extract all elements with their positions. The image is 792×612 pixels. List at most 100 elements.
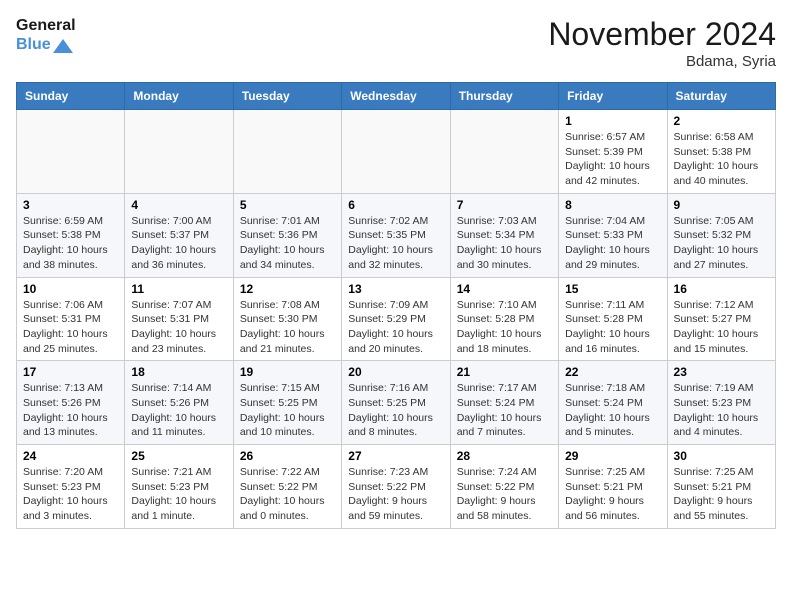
day-cell: 24Sunrise: 7:20 AM Sunset: 5:23 PM Dayli… [17, 445, 125, 529]
day-cell: 13 Sunrise: 7:09 AM Sunset: 5:29 PM Dayli… [342, 277, 450, 361]
day-cell: 9 Sunrise: 7:05 AM Sunset: 5:32 PM Daylig… [667, 193, 775, 277]
day-cell: 12 Sunrise: 7:08 AM Sunset: 5:30 PM Dayli… [233, 277, 341, 361]
day-cell: 22 Sunrise: 7:18 AM Sunset: 5:24 PM Dayli… [559, 361, 667, 445]
day-cell: 4 Sunrise: 7:00 AM Sunset: 5:37 PM Daylig… [125, 193, 233, 277]
header-cell-friday: Friday [559, 83, 667, 110]
day-cell: 26 Sunrise: 7:22 AM Sunset: 5:22 PM Dayli… [233, 445, 341, 529]
day-cell: 2 Sunrise: 6:58 AM Sunset: 5:38 PM Daylig… [667, 110, 775, 194]
week-row-0: 1 Sunrise: 6:57 AM Sunset: 5:39 PM Daylig… [17, 110, 776, 194]
week-row-1: 3Sunrise: 6:59 AM Sunset: 5:38 PM Daylig… [17, 193, 776, 277]
day-cell: 30Sunrise: 7:25 AM Sunset: 5:21 PM Dayli… [667, 445, 775, 529]
day-info: Sunrise: 7:05 AM Sunset: 5:32 PM Dayligh… [674, 214, 769, 273]
day-number: 19 [240, 365, 335, 379]
day-info: Sunrise: 7:22 AM Sunset: 5:22 PM Dayligh… [240, 465, 335, 524]
day-number: 18 [131, 365, 226, 379]
day-info: Sunrise: 7:15 AM Sunset: 5:25 PM Dayligh… [240, 381, 335, 440]
day-cell: 1 Sunrise: 6:57 AM Sunset: 5:39 PM Daylig… [559, 110, 667, 194]
day-cell [125, 110, 233, 194]
day-cell: 21 Sunrise: 7:17 AM Sunset: 5:24 PM Dayli… [450, 361, 558, 445]
week-row-3: 17 Sunrise: 7:13 AM Sunset: 5:26 PM Dayli… [17, 361, 776, 445]
day-cell: 19 Sunrise: 7:15 AM Sunset: 5:25 PM Dayli… [233, 361, 341, 445]
day-number: 25 [131, 449, 226, 463]
day-info: Sunrise: 7:13 AM Sunset: 5:26 PM Dayligh… [23, 381, 118, 440]
header-cell-tuesday: Tuesday [233, 83, 341, 110]
day-cell: 18 Sunrise: 7:14 AM Sunset: 5:26 PM Dayli… [125, 361, 233, 445]
day-cell [233, 110, 341, 194]
day-info: Sunrise: 7:14 AM Sunset: 5:26 PM Dayligh… [131, 381, 226, 440]
day-info: Sunrise: 7:12 AM Sunset: 5:27 PM Dayligh… [674, 298, 769, 357]
day-number: 16 [674, 282, 769, 296]
week-row-4: 24Sunrise: 7:20 AM Sunset: 5:23 PM Dayli… [17, 445, 776, 529]
logo: GeneralBlue [16, 16, 76, 54]
day-number: 21 [457, 365, 552, 379]
header-cell-saturday: Saturday [667, 83, 775, 110]
day-number: 17 [23, 365, 118, 379]
day-info: Sunrise: 7:01 AM Sunset: 5:36 PM Dayligh… [240, 214, 335, 273]
day-cell: 25 Sunrise: 7:21 AM Sunset: 5:23 PM Dayli… [125, 445, 233, 529]
day-info: Sunrise: 6:57 AM Sunset: 5:39 PM Dayligh… [565, 130, 660, 189]
day-info: Sunrise: 7:19 AM Sunset: 5:23 PM Dayligh… [674, 381, 769, 440]
day-info: Sunrise: 7:00 AM Sunset: 5:37 PM Dayligh… [131, 214, 226, 273]
day-cell: 15Sunrise: 7:11 AM Sunset: 5:28 PM Dayli… [559, 277, 667, 361]
day-number: 28 [457, 449, 552, 463]
day-number: 30 [674, 449, 769, 463]
day-info: Sunrise: 7:03 AM Sunset: 5:34 PM Dayligh… [457, 214, 552, 273]
day-cell [17, 110, 125, 194]
day-info: Sunrise: 7:17 AM Sunset: 5:24 PM Dayligh… [457, 381, 552, 440]
location: Bdama, Syria [548, 53, 776, 70]
day-cell: 28 Sunrise: 7:24 AM Sunset: 5:22 PM Dayli… [450, 445, 558, 529]
day-info: Sunrise: 7:18 AM Sunset: 5:24 PM Dayligh… [565, 381, 660, 440]
page-header: GeneralBlue November 2024 Bdama, Syria [16, 16, 776, 70]
title-area: November 2024 Bdama, Syria [548, 16, 776, 70]
day-cell: 17 Sunrise: 7:13 AM Sunset: 5:26 PM Dayli… [17, 361, 125, 445]
day-number: 1 [565, 114, 660, 128]
day-cell: 7Sunrise: 7:03 AM Sunset: 5:34 PM Daylig… [450, 193, 558, 277]
day-number: 11 [131, 282, 226, 296]
day-cell: 20 Sunrise: 7:16 AM Sunset: 5:25 PM Dayli… [342, 361, 450, 445]
day-number: 13 [348, 282, 443, 296]
day-info: Sunrise: 7:02 AM Sunset: 5:35 PM Dayligh… [348, 214, 443, 273]
day-number: 23 [674, 365, 769, 379]
day-cell: 6 Sunrise: 7:02 AM Sunset: 5:35 PM Daylig… [342, 193, 450, 277]
day-cell: 5 Sunrise: 7:01 AM Sunset: 5:36 PM Daylig… [233, 193, 341, 277]
day-info: Sunrise: 7:25 AM Sunset: 5:21 PM Dayligh… [565, 465, 660, 524]
day-number: 14 [457, 282, 552, 296]
day-number: 5 [240, 198, 335, 212]
day-info: Sunrise: 7:21 AM Sunset: 5:23 PM Dayligh… [131, 465, 226, 524]
day-info: Sunrise: 7:08 AM Sunset: 5:30 PM Dayligh… [240, 298, 335, 357]
day-number: 4 [131, 198, 226, 212]
header-cell-wednesday: Wednesday [342, 83, 450, 110]
day-info: Sunrise: 7:24 AM Sunset: 5:22 PM Dayligh… [457, 465, 552, 524]
day-number: 2 [674, 114, 769, 128]
day-cell: 27 Sunrise: 7:23 AM Sunset: 5:22 PM Dayli… [342, 445, 450, 529]
day-number: 26 [240, 449, 335, 463]
day-info: Sunrise: 6:58 AM Sunset: 5:38 PM Dayligh… [674, 130, 769, 189]
day-cell: 29 Sunrise: 7:25 AM Sunset: 5:21 PM Dayli… [559, 445, 667, 529]
day-info: Sunrise: 7:20 AM Sunset: 5:23 PM Dayligh… [23, 465, 118, 524]
header-cell-thursday: Thursday [450, 83, 558, 110]
day-cell [342, 110, 450, 194]
header-cell-monday: Monday [125, 83, 233, 110]
day-number: 29 [565, 449, 660, 463]
day-number: 9 [674, 198, 769, 212]
calendar: SundayMondayTuesdayWednesdayThursdayFrid… [16, 82, 776, 529]
header-cell-sunday: Sunday [17, 83, 125, 110]
day-number: 12 [240, 282, 335, 296]
month-title: November 2024 [548, 16, 776, 53]
day-number: 22 [565, 365, 660, 379]
day-cell: 14 Sunrise: 7:10 AM Sunset: 5:28 PM Dayli… [450, 277, 558, 361]
day-number: 3 [23, 198, 118, 212]
day-info: Sunrise: 7:10 AM Sunset: 5:28 PM Dayligh… [457, 298, 552, 357]
day-cell: 16 Sunrise: 7:12 AM Sunset: 5:27 PM Dayli… [667, 277, 775, 361]
day-info: Sunrise: 7:06 AM Sunset: 5:31 PM Dayligh… [23, 298, 118, 357]
header-row: SundayMondayTuesdayWednesdayThursdayFrid… [17, 83, 776, 110]
day-number: 10 [23, 282, 118, 296]
day-info: Sunrise: 7:23 AM Sunset: 5:22 PM Dayligh… [348, 465, 443, 524]
day-cell: 10 Sunrise: 7:06 AM Sunset: 5:31 PM Dayli… [17, 277, 125, 361]
day-number: 27 [348, 449, 443, 463]
day-info: Sunrise: 7:16 AM Sunset: 5:25 PM Dayligh… [348, 381, 443, 440]
day-info: Sunrise: 7:09 AM Sunset: 5:29 PM Dayligh… [348, 298, 443, 357]
day-number: 6 [348, 198, 443, 212]
day-number: 20 [348, 365, 443, 379]
week-row-2: 10 Sunrise: 7:06 AM Sunset: 5:31 PM Dayli… [17, 277, 776, 361]
